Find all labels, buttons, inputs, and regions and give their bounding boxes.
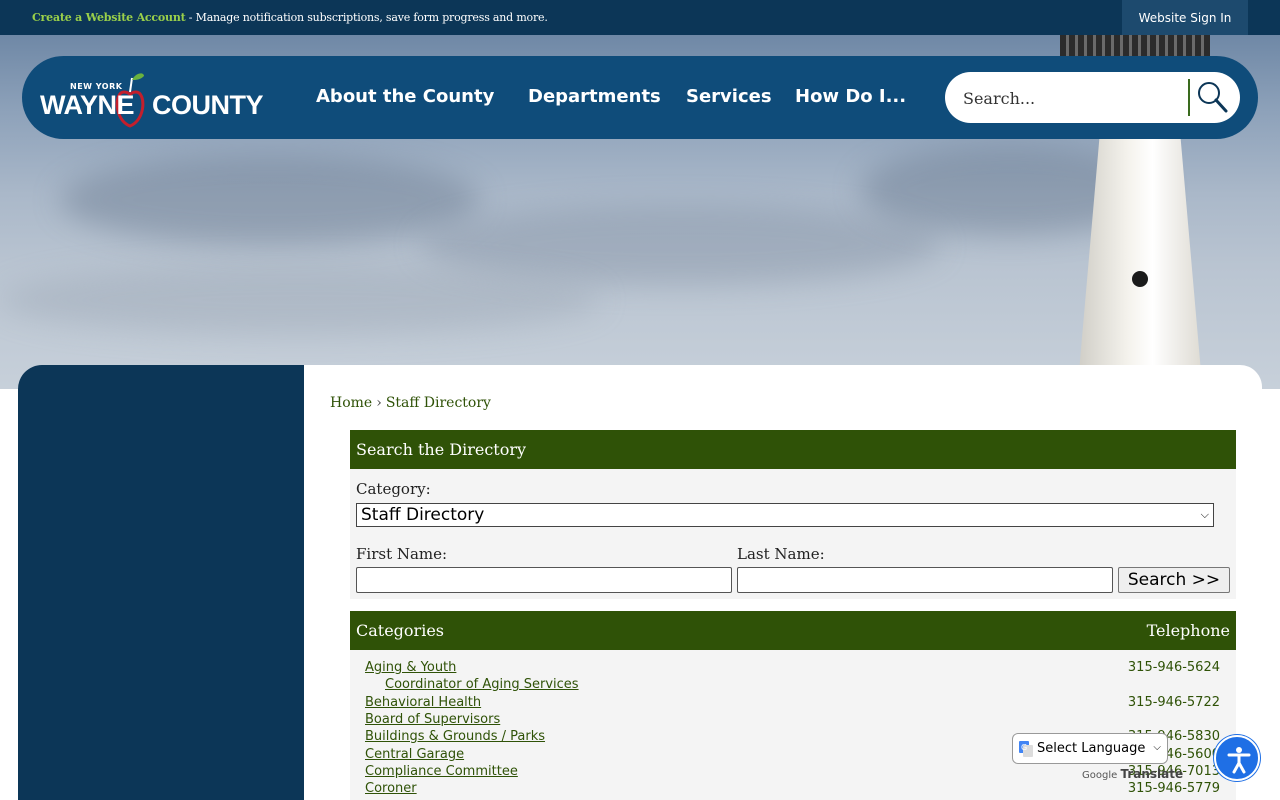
- category-link[interactable]: Board of Supervisors: [365, 712, 500, 727]
- nav-departments[interactable]: Departments: [528, 86, 661, 107]
- last-name-label: Last Name:: [737, 545, 825, 563]
- google-wordmark: Google: [1082, 770, 1118, 781]
- list-item: Board of Supervisors: [365, 712, 1221, 729]
- left-sidebar: [18, 365, 304, 800]
- category-phone: 315-946-5624: [1127, 660, 1220, 675]
- logo-county-text: COUNTY: [152, 90, 264, 120]
- category-phone: 315-946-5779: [1127, 781, 1220, 796]
- category-select[interactable]: Staff Directory ⌵: [356, 503, 1214, 527]
- category-selected-value: Staff Directory: [361, 505, 485, 525]
- category-link[interactable]: Compliance Committee: [365, 764, 518, 779]
- magnifier-icon[interactable]: [1195, 80, 1231, 116]
- breadcrumb-home-link[interactable]: Home: [330, 395, 372, 411]
- language-select-label: Select Language: [1037, 741, 1146, 756]
- categories-header: Categories Telephone: [350, 611, 1236, 650]
- svg-text:G: G: [1021, 743, 1027, 752]
- category-label: Category:: [356, 480, 431, 498]
- search-directory-title: Search the Directory: [356, 440, 527, 459]
- nav-about-the-county[interactable]: About the County: [316, 86, 494, 107]
- category-link[interactable]: Aging & Youth: [365, 660, 456, 675]
- hero-cloud: [0, 265, 600, 335]
- lighthouse-window: [1132, 271, 1148, 287]
- nav-services[interactable]: Services: [686, 86, 772, 107]
- category-link[interactable]: Central Garage: [365, 747, 464, 762]
- list-item: Coroner 315-946-5779: [365, 781, 1221, 798]
- chevron-down-icon: ⌵: [1153, 742, 1161, 753]
- website-sign-in-button[interactable]: Website Sign In: [1122, 0, 1248, 35]
- list-item: Behavioral Health 315-946-5722: [365, 695, 1221, 712]
- first-name-input[interactable]: [356, 567, 732, 593]
- wayne-county-logo[interactable]: NEW YORK WAYNE COUNTY: [40, 70, 264, 130]
- telephone-header: Telephone: [1146, 621, 1230, 640]
- category-phone: 315-946-5722: [1127, 695, 1220, 710]
- category-link[interactable]: Behavioral Health: [365, 695, 481, 710]
- top-utility-bar: Create a Website Account - Manage notifi…: [0, 0, 1280, 35]
- category-link[interactable]: Buildings & Grounds / Parks: [365, 729, 545, 744]
- language-select[interactable]: G Select Language ⌵: [1012, 733, 1168, 764]
- first-name-label: First Name:: [356, 545, 448, 563]
- translate-link[interactable]: Translate: [1120, 767, 1183, 781]
- last-name-input[interactable]: [737, 567, 1113, 593]
- directory-search-button[interactable]: Search >>: [1118, 567, 1230, 593]
- logo-wayne-text: WAYNE: [40, 90, 135, 120]
- site-search-input[interactable]: [963, 84, 1178, 112]
- category-link[interactable]: Coroner: [365, 781, 417, 796]
- breadcrumb-current: Staff Directory: [385, 395, 491, 411]
- site-search: [945, 72, 1240, 123]
- account-description: - Manage notification subscriptions, sav…: [185, 11, 548, 24]
- accessibility-icon: [1227, 747, 1251, 774]
- breadcrumb-separator: ›: [376, 395, 382, 411]
- category-link[interactable]: Coordinator of Aging Services: [385, 677, 579, 692]
- categories-title: Categories: [356, 621, 444, 640]
- list-item: Aging & Youth 315-946-5624: [365, 660, 1221, 677]
- hero-cloud: [60, 155, 480, 245]
- nav-how-do-i[interactable]: How Do I...: [795, 86, 906, 107]
- chevron-down-icon: ⌵: [1200, 508, 1209, 521]
- search-directory-header: Search the Directory: [350, 430, 1236, 469]
- account-notice: Create a Website Account - Manage notifi…: [32, 11, 548, 24]
- powered-by-google: Google Translate: [1082, 767, 1183, 781]
- breadcrumb: Home › Staff Directory: [330, 395, 491, 411]
- accessibility-button[interactable]: [1214, 735, 1260, 781]
- create-account-link[interactable]: Create a Website Account: [32, 11, 186, 24]
- google-translate-icon: G: [1019, 741, 1033, 757]
- list-item: Coordinator of Aging Services: [365, 677, 1221, 694]
- search-divider: [1188, 79, 1190, 116]
